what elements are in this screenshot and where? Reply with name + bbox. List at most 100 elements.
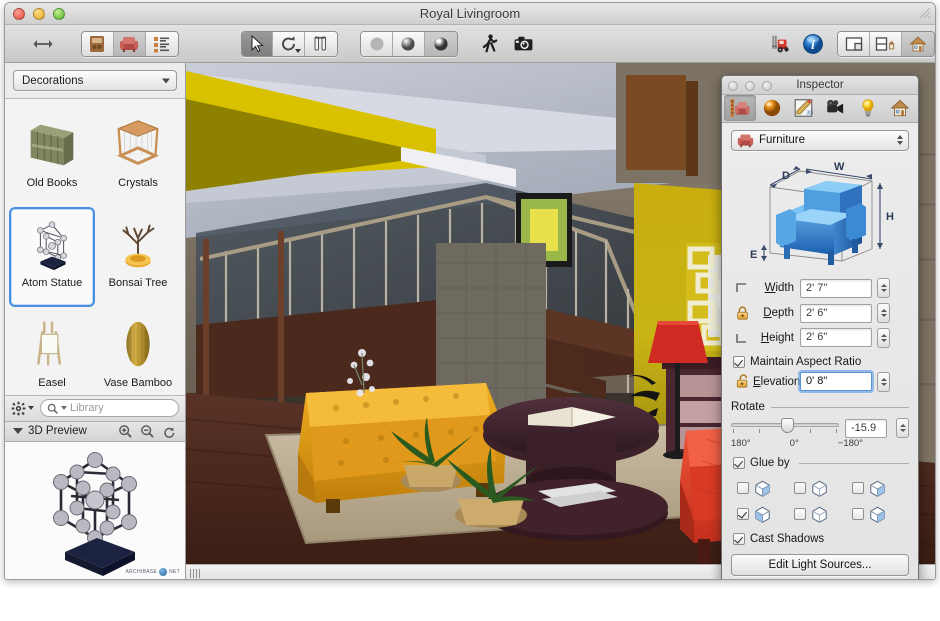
archibase-watermark: ARCHIBASE NET [125,568,180,576]
dimension-tab[interactable] [788,95,820,121]
watermark-suffix: NET [169,569,180,575]
edit-light-sources-button[interactable]: Edit Light Sources... [731,554,909,576]
preview-canvas[interactable]: ARCHIBASE NET [5,442,185,580]
shaded-render-button[interactable] [393,32,425,56]
info-button[interactable] [798,30,830,58]
layout-group [837,31,935,57]
layout-split-button[interactable] [838,32,870,56]
furniture-view-button[interactable] [114,32,146,56]
minimize-button[interactable] [33,8,45,20]
depth-field[interactable]: 2' 6" [800,304,872,323]
rotate-slider[interactable] [731,423,839,427]
furniture-tab[interactable] [724,95,756,121]
layout-plan-3d-button[interactable] [870,32,902,56]
zoom-button[interactable] [53,8,65,20]
rotate-slider-knob[interactable] [781,418,794,433]
depth-row: Depth 2' 6" [731,302,909,324]
label-depth: D [782,170,790,182]
cast-shadows-checkbox[interactable] [733,533,745,545]
select-tool[interactable] [242,32,274,56]
category-label: Decorations [22,75,83,87]
library-item-crystals[interactable]: Crystals [95,107,181,207]
library-item-bonsai-tree[interactable]: Bonsai Tree [95,207,181,307]
maintain-aspect-checkbox[interactable] [733,356,745,368]
elevation-stepper[interactable] [877,372,890,392]
light-tab[interactable] [852,95,884,121]
building-tab[interactable] [884,95,916,121]
glossy-render-button[interactable] [425,32,457,56]
plan-view-button[interactable] [82,32,114,56]
cast-shadows-row[interactable]: Cast Shadows [733,533,909,545]
rotate-tool[interactable] [273,32,305,56]
library-item-label: Easel [38,377,66,389]
snapshot-button[interactable] [508,30,540,58]
inspector-body: Furniture [722,123,918,580]
library-item-old-books[interactable]: Old Books [9,107,95,207]
watermark-text: ARCHIBASE [125,569,157,575]
chevron-down-icon [28,406,34,410]
glue-cell-6[interactable] [852,501,909,527]
glue-cell-1[interactable] [737,475,794,501]
zoom-in-icon[interactable] [118,424,133,439]
resize-grip-icon[interactable] [190,569,200,578]
close-button[interactable] [13,8,25,20]
resize-handle-icon[interactable] [919,7,931,19]
floorplan-icon [87,34,107,54]
inspector-tab-bar [722,95,918,123]
material-tab[interactable] [756,95,788,121]
elevation-row: Elevation 0' 8" [731,371,909,393]
glue-cell-5-checkbox[interactable] [794,508,806,520]
glue-cell-5[interactable] [794,501,851,527]
zoom-out-icon[interactable] [140,424,155,439]
inspector-close-button[interactable] [728,81,738,91]
label-width: W [834,161,845,173]
measure-tool[interactable] [305,32,337,56]
width-field[interactable]: 2' 7" [800,279,872,298]
glue-cell-4-checkbox[interactable] [737,508,749,520]
category-popup-button[interactable]: Decorations [13,70,177,91]
width-stepper[interactable] [877,278,890,298]
lock-open-icon[interactable] [731,374,753,389]
glue-cell-2[interactable] [794,475,851,501]
library-item-vase-bamboo[interactable]: Vase Bamboo [95,307,181,396]
list-view-button[interactable] [146,32,178,56]
rotate-value-field[interactable]: -15.9 [845,419,887,438]
maintain-aspect-row[interactable]: Maintain Aspect Ratio [733,356,909,368]
vase-bamboo-thumb [107,313,169,375]
glue-cell-3[interactable] [852,475,909,501]
glue-by-checkbox[interactable] [733,457,745,469]
glue-by-divider [799,463,909,464]
height-stepper[interactable] [877,328,890,348]
height-field[interactable]: 2' 6" [800,328,872,347]
inspector-minimize-button[interactable] [745,81,755,91]
inspector-zoom-button[interactable] [762,81,772,91]
camera-icon [512,33,535,54]
library-search-input[interactable]: Library [40,399,179,417]
library-action-menu-button[interactable] [11,401,34,416]
elevation-field[interactable]: 0' 8" [800,372,872,391]
preview-title: 3D Preview [28,425,87,437]
glue-cell-4[interactable] [737,501,794,527]
flat-render-button[interactable] [361,32,393,56]
object-type-popup[interactable]: Furniture [731,130,909,151]
glue-cell-3-checkbox[interactable] [852,482,864,494]
disclosure-triangle-icon[interactable] [13,428,23,434]
layout-3d-button[interactable] [902,32,934,56]
camera-tab[interactable] [820,95,852,121]
sidebar-toggle-button[interactable] [27,30,59,58]
library-item-atom-statue[interactable]: Atom Statue [9,207,95,307]
glue-cell-1-checkbox[interactable] [737,482,749,494]
cube-face-icon [753,505,772,524]
rotate-reset-icon[interactable] [162,424,177,439]
depth-stepper[interactable] [877,303,890,323]
import-button[interactable] [766,30,796,58]
library-item-easel[interactable]: Easel [9,307,95,396]
list-icon [152,34,172,54]
glue-cell-2-checkbox[interactable] [794,482,806,494]
lightbulb-icon [857,97,879,119]
glue-cell-6-checkbox[interactable] [852,508,864,520]
walkthrough-button[interactable] [474,30,506,58]
cube-face-icon [868,505,887,524]
rotate-stepper[interactable] [896,418,909,438]
lock-closed-icon[interactable] [731,306,753,321]
